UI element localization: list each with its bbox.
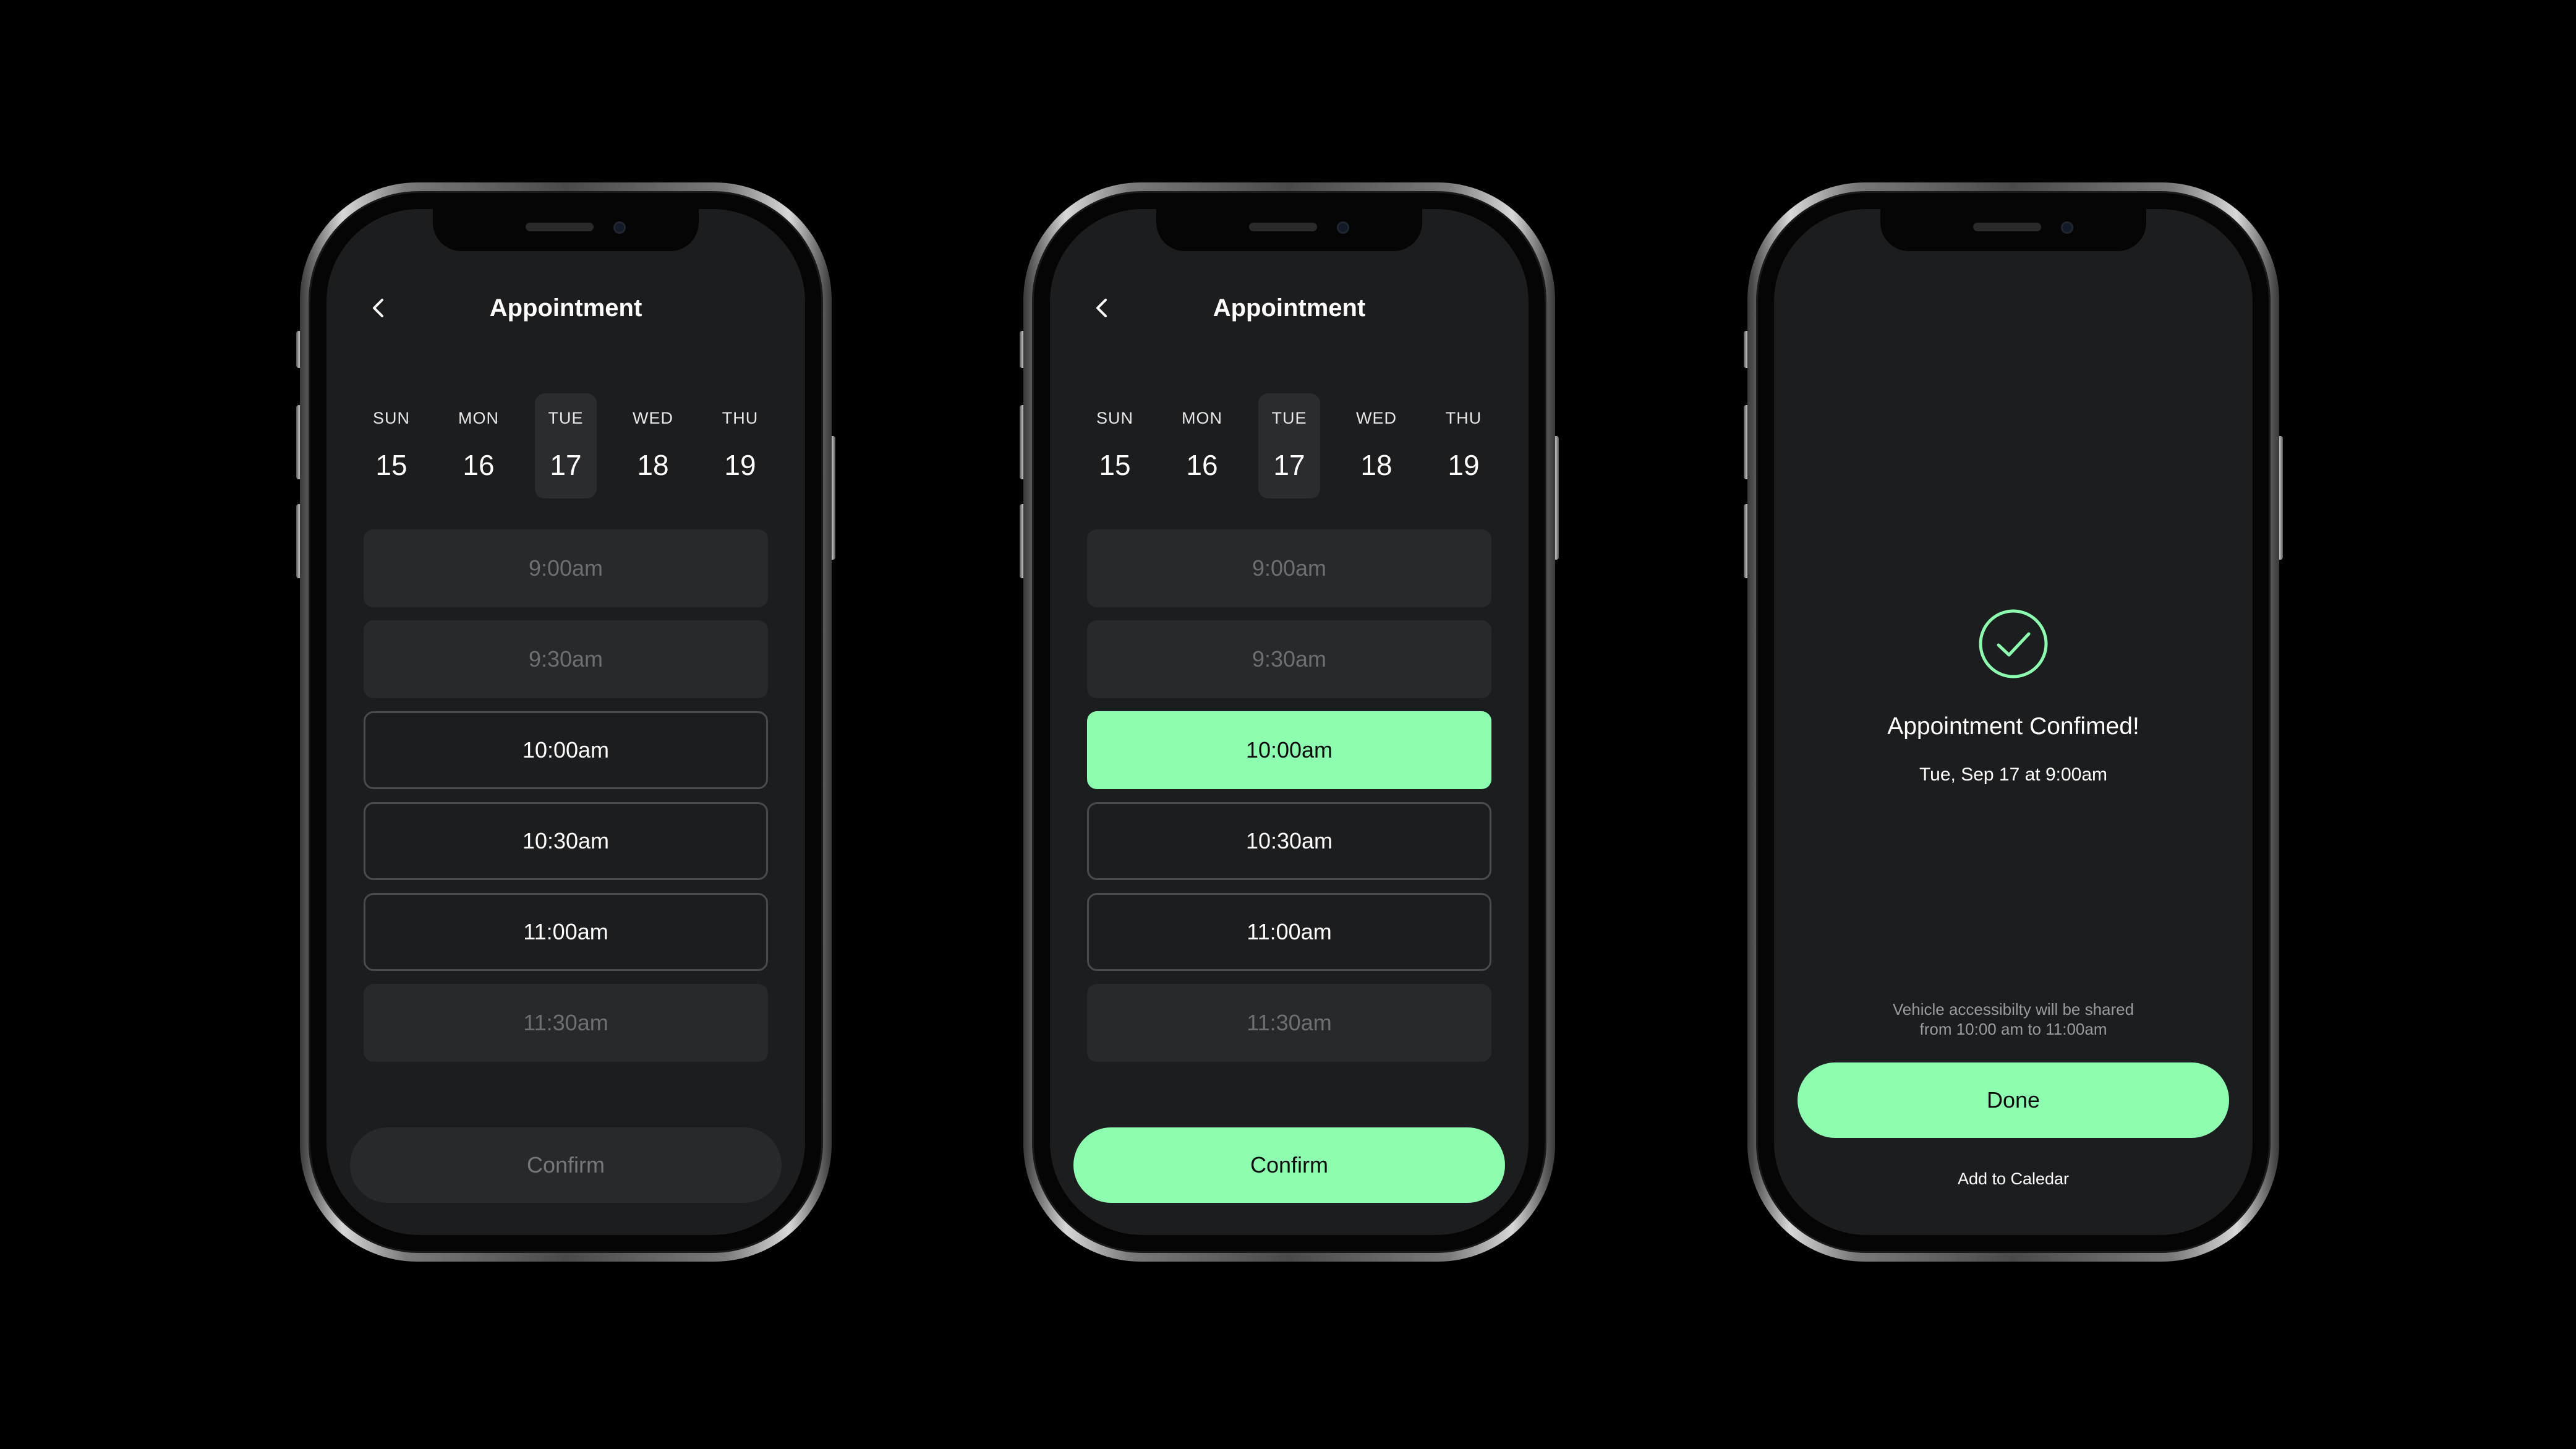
screen-select-date: Appointment SUN 15 MON 16 TUE 17 WED 18 … (326, 209, 805, 1235)
speaker (526, 223, 594, 231)
time-slot-0900: 9:00am (364, 529, 768, 607)
day-number: 17 (1273, 449, 1305, 481)
notch (433, 209, 699, 251)
day-number: 16 (463, 449, 495, 481)
camera (2061, 221, 2073, 234)
day-number: 16 (1186, 449, 1218, 481)
phone-frame-1: Appointment SUN 15 MON 16 TUE 17 WED 18 … (296, 182, 835, 1262)
time-slot-list: 9:00am 9:30am 10:00am 10:30am 11:00am 11… (1087, 529, 1491, 1075)
day-number: 19 (724, 449, 756, 481)
confirmation-date: Tue, Sep 17 at 9:00am (1919, 764, 2108, 785)
phone-frame-2: Appointment SUN 15 MON 16 TUE 17 WED 18 … (1020, 182, 1559, 1262)
day-name: TUE (1271, 409, 1307, 427)
bezel-inner: Appointment SUN 15 MON 16 TUE 17 WED 18 … (1032, 191, 1546, 1253)
bezel: Appointment Confimed! Tue, Sep 17 at 9:0… (1747, 182, 2279, 1262)
header: Appointment (326, 286, 805, 330)
confirm-button[interactable]: Confirm (350, 1127, 782, 1203)
day-mon[interactable]: MON 16 (1171, 393, 1233, 498)
day-tue[interactable]: TUE 17 (1258, 393, 1320, 498)
day-name: WED (633, 409, 673, 427)
day-name: MON (458, 409, 499, 427)
confirm-button[interactable]: Confirm (1073, 1127, 1505, 1203)
day-sun[interactable]: SUN 15 (1084, 393, 1146, 498)
screen-confirmation: Appointment Confimed! Tue, Sep 17 at 9:0… (1774, 209, 2253, 1235)
day-number: 19 (1448, 449, 1480, 481)
notch (1156, 209, 1422, 251)
add-to-calendar-link[interactable]: Add to Caledar (1774, 1169, 2253, 1189)
check-circle-icon (1979, 609, 2048, 678)
camera (1337, 221, 1349, 234)
day-name: THU (722, 409, 759, 427)
day-number: 15 (1099, 449, 1131, 481)
time-slot-1100[interactable]: 11:00am (364, 893, 768, 971)
notch (1880, 209, 2146, 251)
bezel: Appointment SUN 15 MON 16 TUE 17 WED 18 … (1023, 182, 1555, 1262)
time-slot-1030[interactable]: 10:30am (1087, 802, 1491, 880)
chevron-left-icon[interactable] (365, 294, 393, 322)
time-slot-1000[interactable]: 10:00am (364, 711, 768, 789)
day-number: 18 (637, 449, 669, 481)
header: Appointment (1050, 286, 1529, 330)
time-slot-1130: 11:30am (1087, 984, 1491, 1062)
day-name: SUN (1096, 409, 1133, 427)
bezel-inner: Appointment Confimed! Tue, Sep 17 at 9:0… (1756, 191, 2271, 1253)
bezel-inner: Appointment SUN 15 MON 16 TUE 17 WED 18 … (309, 191, 823, 1253)
confirmation-title: Appointment Confimed! (1887, 713, 2139, 740)
time-slot-0930: 9:30am (1087, 620, 1491, 698)
day-picker: SUN 15 MON 16 TUE 17 WED 18 THU 19 (1084, 393, 1495, 498)
day-number: 17 (550, 449, 582, 481)
time-slot-0930: 9:30am (364, 620, 768, 698)
day-thu[interactable]: THU 19 (709, 393, 771, 498)
speaker (1973, 223, 2041, 231)
day-tue[interactable]: TUE 17 (535, 393, 597, 498)
day-thu[interactable]: THU 19 (1433, 393, 1495, 498)
day-number: 18 (1360, 449, 1392, 481)
speaker (1249, 223, 1317, 231)
day-name: THU (1445, 409, 1482, 427)
screen-select-time: Appointment SUN 15 MON 16 TUE 17 WED 18 … (1050, 209, 1529, 1235)
time-slot-1000-selected[interactable]: 10:00am (1087, 711, 1491, 789)
day-name: MON (1182, 409, 1222, 427)
page-title: Appointment (1213, 294, 1366, 322)
time-slot-list: 9:00am 9:30am 10:00am 10:30am 11:00am 11… (364, 529, 768, 1075)
time-slot-1100[interactable]: 11:00am (1087, 893, 1491, 971)
day-picker: SUN 15 MON 16 TUE 17 WED 18 THU 19 (360, 393, 771, 498)
time-slot-1130: 11:30am (364, 984, 768, 1062)
phone-frame-3: Appointment Confimed! Tue, Sep 17 at 9:0… (1744, 182, 2283, 1262)
access-note-line-2: from 10:00 am to 11:00am (1919, 1020, 2107, 1038)
chevron-left-icon[interactable] (1088, 294, 1117, 322)
day-name: WED (1356, 409, 1397, 427)
time-slot-1030[interactable]: 10:30am (364, 802, 768, 880)
access-note: Vehicle accessibilty will be shared from… (1774, 999, 2253, 1039)
day-wed[interactable]: WED 18 (1346, 393, 1407, 498)
done-button[interactable]: Done (1798, 1062, 2229, 1138)
camera (613, 221, 626, 234)
time-slot-0900: 9:00am (1087, 529, 1491, 607)
day-name: TUE (548, 409, 584, 427)
day-name: SUN (372, 409, 410, 427)
bezel: Appointment SUN 15 MON 16 TUE 17 WED 18 … (300, 182, 832, 1262)
access-note-line-1: Vehicle accessibilty will be shared (1892, 1000, 2135, 1019)
page-title: Appointment (489, 294, 642, 322)
day-mon[interactable]: MON 16 (448, 393, 510, 498)
day-sun[interactable]: SUN 15 (360, 393, 422, 498)
day-number: 15 (375, 449, 407, 481)
day-wed[interactable]: WED 18 (622, 393, 684, 498)
